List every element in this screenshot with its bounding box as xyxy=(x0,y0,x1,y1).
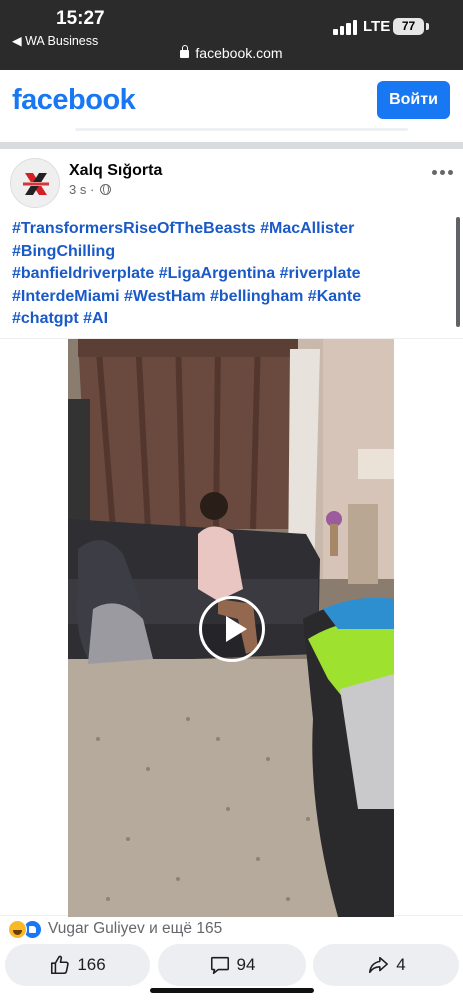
address-bar[interactable]: facebook.com xyxy=(0,45,463,61)
more-dots-icon[interactable] xyxy=(432,170,454,176)
post-hashtags: #TransformersRiseOfTheBeasts #MacAlliste… xyxy=(12,218,452,331)
post-meta: 3 s · xyxy=(69,182,111,197)
login-button[interactable]: Войти xyxy=(377,81,450,119)
hashtag-line[interactable]: #InterdeMiami #WestHam #bellingham #Kant… xyxy=(12,286,452,309)
like-button[interactable]: 166 xyxy=(5,944,150,986)
thumbs-up-icon xyxy=(51,955,70,975)
facebook-logo[interactable]: facebook xyxy=(12,84,136,117)
url-text: facebook.com xyxy=(195,45,283,61)
globe-icon xyxy=(99,184,111,195)
battery-tip xyxy=(426,23,429,30)
xalq-sigorta-logo-icon xyxy=(11,159,59,207)
share-arrow-icon xyxy=(369,956,389,974)
clock: 15:27 xyxy=(56,8,105,29)
network-type: LTE xyxy=(363,18,391,35)
header-separator xyxy=(75,128,408,131)
signal-icon xyxy=(333,19,359,35)
scrollbar[interactable] xyxy=(456,217,460,327)
battery-icon: 77 xyxy=(393,18,424,35)
page-avatar[interactable] xyxy=(10,158,60,208)
reactions-summary[interactable]: Vugar Guliyev и ещё 165 xyxy=(8,918,222,940)
play-icon[interactable] xyxy=(199,596,265,662)
fb-header: facebook Войти xyxy=(0,70,463,142)
hashtag-line[interactable]: #chatgpt #AI xyxy=(12,308,452,331)
page-name[interactable]: Xalq Sığorta xyxy=(69,162,162,180)
comment-icon xyxy=(210,956,229,975)
meta-separator: · xyxy=(89,182,95,197)
feed-divider xyxy=(0,142,463,149)
hashtag-line[interactable]: #banfieldriverplate #LigaArgentina #rive… xyxy=(12,263,452,286)
share-count: 4 xyxy=(396,955,406,974)
status-bar: 15:27 ◀ WA Business LTE 77 facebook.com xyxy=(0,0,463,70)
share-button[interactable]: 4 xyxy=(313,944,459,986)
post-time[interactable]: 3 s xyxy=(69,182,86,197)
haha-icon xyxy=(8,919,27,939)
comment-button[interactable]: 94 xyxy=(158,944,306,986)
comment-count: 94 xyxy=(236,955,256,974)
hashtag-line[interactable]: #BingChilling xyxy=(12,241,452,264)
lock-icon xyxy=(180,45,190,58)
hashtag-line[interactable]: #TransformersRiseOfTheBeasts #MacAlliste… xyxy=(12,218,452,241)
home-indicator[interactable] xyxy=(150,988,314,993)
reactions-text: Vugar Guliyev и ещё 165 xyxy=(48,920,223,937)
like-count: 166 xyxy=(77,955,106,974)
